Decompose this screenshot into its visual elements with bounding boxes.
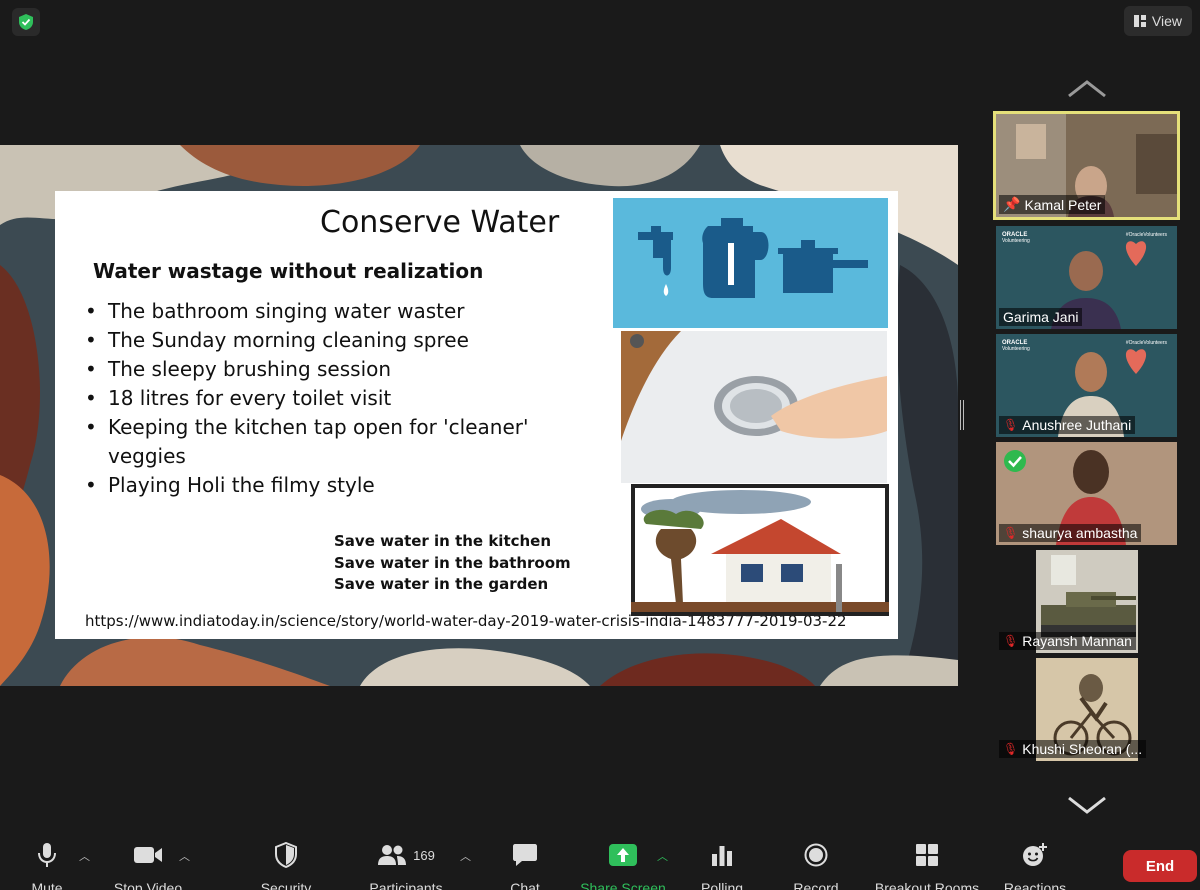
view-button[interactable]: View xyxy=(1123,6,1192,36)
record-button[interactable]: Record xyxy=(790,842,842,890)
microphone-icon xyxy=(37,842,57,868)
grid-view-icon xyxy=(1133,15,1146,27)
view-label: View xyxy=(1151,13,1182,29)
slide-subtitle: Water wastage without realization xyxy=(93,259,484,283)
bar-chart-icon xyxy=(711,842,733,868)
participant-name-tag: 🎙 Anushree Juthani xyxy=(999,416,1136,434)
record-icon xyxy=(804,842,828,868)
participant-tile[interactable]: 📌 Kamal Peter xyxy=(993,111,1180,220)
participant-tile[interactable]: 🎙 Rayansh Mannan xyxy=(996,550,1177,653)
chevron-down-icon[interactable] xyxy=(1065,794,1109,816)
participant-tile[interactable]: ORACLE Volunteering #OracleVolunteers 🎙 … xyxy=(996,334,1177,437)
video-options-caret[interactable]: ︿ xyxy=(179,848,190,864)
record-label: Record xyxy=(793,880,839,890)
volunteering-text: Volunteering xyxy=(1002,238,1030,244)
rain-house-illustration xyxy=(631,484,889,616)
participants-label: Participants xyxy=(369,880,443,890)
chat-button[interactable]: Chat xyxy=(502,842,548,890)
participant-tile[interactable]: 🎙 shaurya ambastha xyxy=(996,442,1177,545)
share-screen-icon xyxy=(609,842,637,868)
reactions-button[interactable]: Reactions xyxy=(1002,842,1068,890)
polling-label: Polling xyxy=(700,880,744,890)
participants-options-caret[interactable]: ︿ xyxy=(460,848,471,864)
bullet-item: The bathroom singing water waster xyxy=(85,297,555,326)
shared-screen: Conserve Water Water wastage without rea… xyxy=(0,145,958,686)
meeting-toolbar: Mute ︿ Stop Video ︿ Security 169 Partici… xyxy=(0,836,1200,890)
mute-options-caret[interactable]: ︿ xyxy=(79,848,90,864)
stop-video-button[interactable]: Stop Video xyxy=(110,842,186,890)
participant-name-tag: 🎙 Rayansh Mannan xyxy=(999,632,1136,650)
participant-count: 169 xyxy=(413,847,435,863)
mic-muted-icon: 🎙 xyxy=(1003,634,1019,648)
mute-label: Mute xyxy=(31,880,63,890)
shield-icon xyxy=(275,842,297,868)
save-tip: Save water in the kitchen xyxy=(334,532,552,550)
tap-jug-pot-illustration xyxy=(613,198,888,328)
bullet-item: Playing Holi the filmy style xyxy=(85,471,555,500)
bullet-item: The sleepy brushing session xyxy=(85,355,555,384)
participant-name-tag: 🎙 shaurya ambastha xyxy=(999,524,1142,542)
split-resize-handle[interactable] xyxy=(960,400,964,430)
chat-bubble-icon xyxy=(512,842,538,868)
pin-icon: 📌 xyxy=(1003,196,1021,212)
security-shield-icon[interactable] xyxy=(12,8,40,36)
share-screen-button[interactable]: Share Screen xyxy=(576,842,670,890)
participant-name: Anushree Juthani xyxy=(1022,417,1132,433)
share-screen-label: Share Screen xyxy=(580,880,666,890)
chevron-up-icon[interactable] xyxy=(1065,78,1109,100)
polling-button[interactable]: Polling xyxy=(696,842,748,890)
breakout-rooms-label: Breakout Rooms xyxy=(874,880,980,890)
security-label: Security xyxy=(260,880,312,890)
bullet-item: The Sunday morning cleaning spree xyxy=(85,326,555,355)
people-icon xyxy=(378,845,407,865)
participant-tile[interactable]: 🎙 Khushi Sheoran (... xyxy=(996,658,1177,761)
flush-button-photo xyxy=(621,331,887,483)
emoji-add-icon xyxy=(1021,842,1049,868)
volunteering-text: Volunteering xyxy=(1002,346,1030,352)
bullet-item: 18 litres for every toilet visit xyxy=(85,384,555,413)
end-meeting-button[interactable]: End xyxy=(1123,850,1197,882)
stop-video-label: Stop Video xyxy=(113,880,183,890)
share-options-caret[interactable]: ︿ xyxy=(657,848,668,864)
participant-tile[interactable]: ORACLE Volunteering #OracleVolunteers Ga… xyxy=(996,226,1177,329)
video-camera-icon xyxy=(133,842,163,868)
save-water-tips: Save water in the kitchen Save water in … xyxy=(334,531,571,596)
participant-name: Rayansh Mannan xyxy=(1022,633,1132,649)
breakout-grid-icon xyxy=(915,842,939,868)
save-tip: Save water in the bathroom xyxy=(334,553,571,572)
save-tip: Save water in the garden xyxy=(334,575,549,593)
hashtag-text: #OracleVolunteers xyxy=(1125,340,1167,346)
participant-name: Kamal Peter xyxy=(1024,196,1102,213)
participant-name: shaurya ambastha xyxy=(1022,525,1138,541)
mic-muted-icon: 🎙 xyxy=(1003,418,1019,432)
participant-name-tag: 🎙 Khushi Sheoran (... xyxy=(999,740,1147,758)
participant-name-tag: 📌 Kamal Peter xyxy=(999,195,1106,214)
bullet-item: Keeping the kitchen tap open for 'cleane… xyxy=(85,413,555,471)
participant-name: Khushi Sheoran (... xyxy=(1022,741,1143,757)
participant-name-tag: Garima Jani xyxy=(999,308,1083,326)
slide-title: Conserve Water xyxy=(320,205,560,240)
mute-button[interactable]: Mute xyxy=(22,842,72,890)
breakout-rooms-button[interactable]: Breakout Rooms xyxy=(872,842,982,890)
mic-muted-icon: 🎙 xyxy=(1003,526,1019,540)
participants-icon-group: 169 xyxy=(377,842,435,868)
chat-label: Chat xyxy=(510,880,540,890)
participants-button[interactable]: 169 Participants xyxy=(362,842,450,890)
reactions-label: Reactions xyxy=(1003,880,1067,890)
participant-name: Garima Jani xyxy=(1003,309,1079,325)
presentation-slide: Conserve Water Water wastage without rea… xyxy=(55,191,898,639)
slide-bullet-list: The bathroom singing water waster The Su… xyxy=(85,297,555,500)
hashtag-text: #OracleVolunteers xyxy=(1125,232,1167,238)
mic-muted-icon: 🎙 xyxy=(1003,742,1019,756)
security-button[interactable]: Security xyxy=(256,842,316,890)
